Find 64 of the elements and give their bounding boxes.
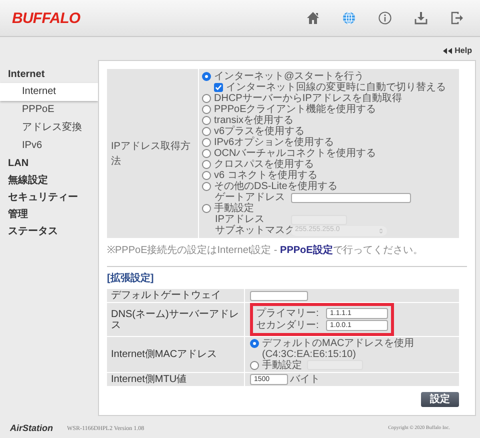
download-icon[interactable] [413,10,428,26]
field-label: DNS(ネーム)サーバーアドレス [111,308,240,330]
field-label: IPアドレス取得方法 [111,140,192,168]
sidebar-subitem[interactable]: PPPoE [0,101,98,119]
radio-button[interactable] [202,171,211,180]
radio-button[interactable] [202,204,211,213]
option-label: その他のDS-Liteを使用する [214,181,338,192]
option-label: インターネット@スタートを行う [214,71,364,82]
sidebar-item[interactable]: セキュリティー [0,189,98,206]
option-label: transixを使用する [214,115,294,126]
home-icon[interactable] [305,10,320,26]
pppoe-settings-link[interactable]: PPPoE設定 [280,245,333,256]
option-label: v6 コネクトを使用する [214,170,318,181]
option-label: 手動設定 [214,203,254,214]
option-label: 手動設定 [262,360,302,371]
sidebar-item[interactable]: ステータス [0,223,98,240]
checkbox[interactable] [214,83,223,92]
option-label: デフォルトのMACアドレスを使用 (C4:3C:EA:E6:15:10) [262,338,416,360]
submit-button[interactable]: 設定 [421,392,459,407]
note-text: ※PPPoE接続先の設定はInternet設定 - PPPoE設定で行ってください。 [107,243,424,258]
sidebar-subitem[interactable]: アドレス変換 [0,119,98,137]
unit-label: バイト [290,374,320,385]
radio-button[interactable] [202,105,211,114]
sidebar-subitem[interactable]: Internet [0,83,98,101]
sidebar-subitem[interactable]: IPv6 [0,137,98,155]
option-label: DHCPサーバーからIPアドレスを自動取得 [214,93,402,104]
chevron-icon [379,228,383,234]
option-label: v6プラスを使用する [214,126,305,137]
sidebar-item[interactable]: 管理 [0,206,98,223]
field-label: デフォルトゲートウェイ [111,290,221,301]
radio-button[interactable] [202,182,211,191]
option-label: インターネット回線の変更時に自動で切り替える [226,82,446,93]
rewind-icon [442,48,453,54]
radio-button[interactable] [202,116,211,125]
radio-button[interactable] [202,138,211,147]
sidebar-item[interactable]: LAN [0,155,98,172]
sidebar-item[interactable]: Internet [0,66,98,83]
radio-button[interactable] [250,339,259,348]
brand-logo: AirStation [10,422,54,436]
field-label: IPアドレス [215,214,266,225]
help-link[interactable]: Help [442,45,472,57]
option-label: IPv6オプションを使用する [214,137,334,148]
input-field[interactable] [250,290,308,300]
logout-icon[interactable] [449,10,464,26]
option-label: OCNバーチャルコネクトを使用する [214,148,376,159]
globe-icon[interactable] [341,10,356,26]
field-label: ゲートアドレス [215,192,286,203]
logo: BUFFALO [12,10,80,26]
sidebar-item[interactable]: 無線設定 [0,172,98,189]
input-field[interactable] [291,192,411,202]
radio-button[interactable] [202,72,211,81]
option-label: PPPoEクライアント機能を使用する [214,104,376,115]
field-label: Internet側MTU値 [111,374,187,385]
field-label: セカンダリー: [256,320,320,331]
info-icon[interactable] [377,10,392,26]
option-label: クロスパスを使用する [214,159,314,170]
radio-button[interactable] [250,361,259,370]
radio-button[interactable] [202,160,211,169]
radio-button[interactable] [202,149,211,158]
field-label: Internet側MACアドレス [111,349,218,360]
section-title: [拡張設定] [107,271,155,286]
field-label: プライマリー: [256,308,320,319]
radio-button[interactable] [202,94,211,103]
radio-button[interactable] [202,127,211,136]
